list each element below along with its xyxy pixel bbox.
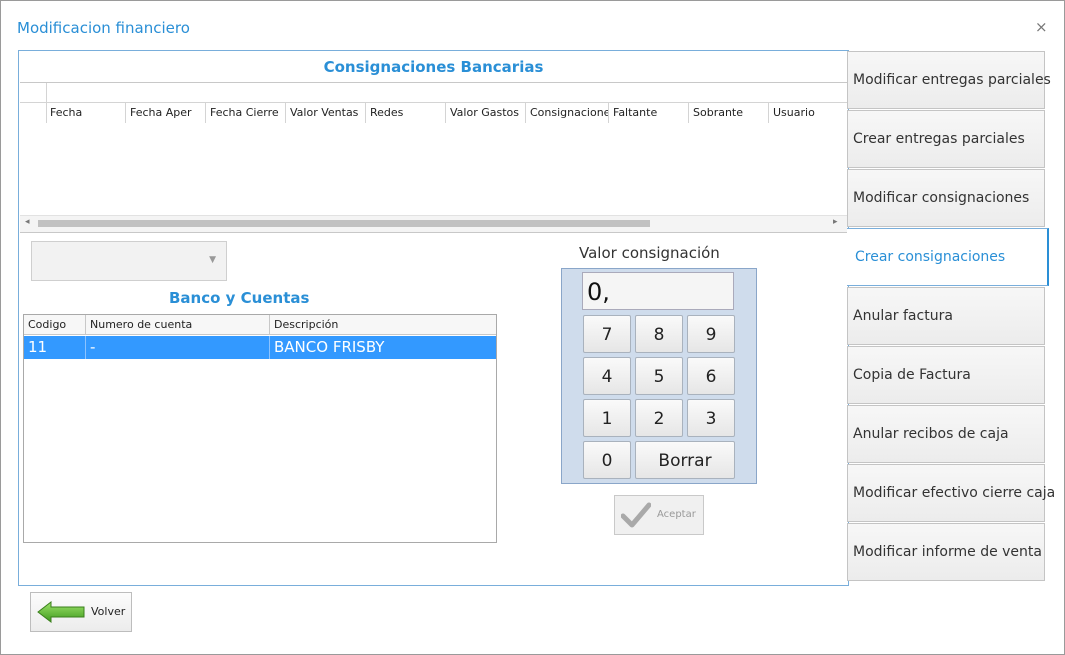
- column-header-descripcion[interactable]: Descripción: [270, 315, 496, 335]
- chevron-down-icon: ▼: [209, 255, 216, 265]
- sidebar-item-modificar-entregas-parciales[interactable]: Modificar entregas parciales: [847, 51, 1051, 109]
- volver-label: Volver: [91, 605, 126, 618]
- key-0-button[interactable]: 0: [583, 441, 631, 479]
- column-header-usuario[interactable]: Usuario: [769, 103, 847, 123]
- consignaciones-title: Consignaciones Bancarias: [323, 58, 544, 76]
- sidebar-item-anular-factura[interactable]: Anular factura: [847, 287, 1045, 345]
- key-3-button[interactable]: 3: [687, 399, 735, 437]
- scroll-right-icon[interactable]: ▸: [833, 217, 838, 227]
- aceptar-label: Aceptar: [657, 509, 696, 520]
- cell-descripcion: BANCO FRISBY: [274, 338, 385, 356]
- column-header-fecha[interactable]: Fecha: [46, 103, 126, 123]
- row-selector-header: [20, 83, 47, 123]
- column-header-fecha-cierre[interactable]: Fecha Cierre: [206, 103, 286, 123]
- table-row[interactable]: 11 - BANCO FRISBY: [24, 336, 496, 359]
- key-1-button[interactable]: 1: [583, 399, 631, 437]
- column-header-consignaciones[interactable]: Consignaciones: [526, 103, 609, 123]
- main-window: Modificacion financiero × Consignaciones…: [0, 0, 1065, 655]
- column-header-valor-gastos[interactable]: Valor Gastos: [446, 103, 526, 123]
- key-5-button[interactable]: 5: [635, 357, 683, 395]
- sidebar-item-modificar-consignaciones[interactable]: Modificar consignaciones: [847, 169, 1045, 227]
- key-2-button[interactable]: 2: [635, 399, 683, 437]
- sidebar-item-modificar-efectivo-cierre-caja[interactable]: Modificar efectivo cierre caja: [847, 464, 1055, 522]
- column-header-codigo[interactable]: Codigo: [24, 315, 86, 335]
- scroll-left-icon[interactable]: ◂: [25, 217, 30, 227]
- banco-title: Banco y Cuentas: [169, 289, 310, 307]
- consignaciones-grid[interactable]: Fecha Fecha Aper Fecha Cierre Valor Vent…: [20, 82, 847, 233]
- key-4-button[interactable]: 4: [583, 357, 631, 395]
- arrow-left-icon: [37, 601, 85, 623]
- key-8-button[interactable]: 8: [635, 315, 683, 353]
- borrar-button[interactable]: Borrar: [635, 441, 735, 479]
- key-7-button[interactable]: 7: [583, 315, 631, 353]
- grid-group-row: [20, 83, 847, 123]
- cell-codigo: 11: [24, 336, 86, 359]
- bank-accounts-table[interactable]: Codigo Numero de cuenta Descripción 11 -…: [23, 314, 497, 543]
- bank-dropdown[interactable]: ▼: [31, 241, 227, 281]
- column-header-faltante[interactable]: Faltante: [609, 103, 689, 123]
- valor-consignacion-label: Valor consignación: [579, 244, 720, 262]
- sidebar-item-anular-recibos-de-caja[interactable]: Anular recibos de caja: [847, 405, 1045, 463]
- sidebar-item-copia-de-factura[interactable]: Copia de Factura: [847, 346, 1045, 404]
- numeric-keypad: 0, 7 8 9 4 5 6 1 2 3 0 Borrar: [561, 268, 757, 484]
- sidebar-item-crear-consignaciones[interactable]: Crear consignaciones: [847, 228, 1049, 286]
- column-header-numero-cuenta[interactable]: Numero de cuenta: [86, 315, 270, 335]
- window-title: Modificacion financiero: [17, 19, 190, 37]
- aceptar-button[interactable]: Aceptar: [614, 495, 704, 535]
- volver-button[interactable]: Volver: [30, 592, 132, 632]
- cell-numero-cuenta: -: [86, 336, 270, 359]
- column-header-sobrante[interactable]: Sobrante: [689, 103, 769, 123]
- checkmark-icon: [621, 502, 651, 528]
- column-header-fecha-aper[interactable]: Fecha Aper: [126, 103, 206, 123]
- column-header-redes[interactable]: Redes: [366, 103, 446, 123]
- scrollbar-thumb[interactable]: [38, 220, 650, 227]
- horizontal-scrollbar[interactable]: ◂ ▸: [20, 215, 847, 232]
- sidebar-item-crear-entregas-parciales[interactable]: Crear entregas parciales: [847, 110, 1045, 168]
- column-header-valor-ventas[interactable]: Valor Ventas: [286, 103, 366, 123]
- amount-display[interactable]: 0,: [582, 272, 734, 310]
- key-6-button[interactable]: 6: [687, 357, 735, 395]
- key-9-button[interactable]: 9: [687, 315, 735, 353]
- close-icon[interactable]: ×: [1035, 18, 1048, 36]
- sidebar-item-modificar-informe-de-venta[interactable]: Modificar informe de venta: [847, 523, 1045, 581]
